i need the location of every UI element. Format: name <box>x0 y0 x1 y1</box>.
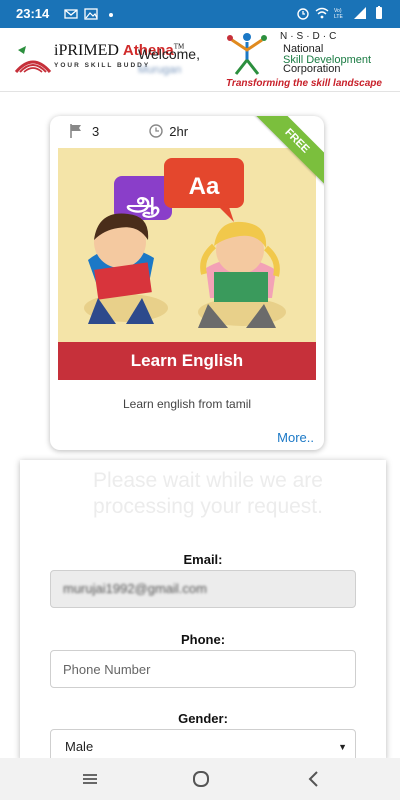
clock-icon <box>149 124 163 138</box>
phone-label: Phone: <box>180 632 226 647</box>
kids-reading-illustration: ஆ Aa <box>84 158 286 328</box>
course-title: Learn English <box>58 342 316 380</box>
course-duration: 2hr <box>169 123 189 139</box>
flag-icon <box>70 124 81 138</box>
girl-figure <box>198 221 286 328</box>
status-bar: 23:14 Vo) LTE <box>0 0 400 28</box>
nsdc-name-line3: Corporation <box>283 63 341 75</box>
gender-value: Male <box>65 739 94 754</box>
email-label: Email: <box>183 552 223 567</box>
svg-text:LTE: LTE <box>334 14 343 20</box>
more-link[interactable]: More.. <box>277 430 314 445</box>
gallery-icon <box>84 8 98 20</box>
processing-message: Please wait while we are processing your… <box>93 469 323 518</box>
mail-icon <box>64 9 78 19</box>
status-time: 23:14 <box>16 6 50 21</box>
english-letters: Aa <box>189 173 220 200</box>
back-icon[interactable] <box>303 768 325 790</box>
brand-name: iPRIMED <box>54 42 123 59</box>
recent-apps-icon[interactable] <box>79 768 101 790</box>
battery-icon <box>376 6 382 19</box>
app-header: iPRIMED AthenaTM YOUR SKILL BUDDY Welcom… <box>0 28 400 92</box>
boy-figure <box>84 213 168 324</box>
volte-icon: Vo)LTE <box>334 8 343 20</box>
wifi-icon <box>315 7 329 19</box>
email-value: murujai1992@gmail.com <box>63 581 207 596</box>
course-banner[interactable]: ஆ Aa Learn English <box>58 148 316 380</box>
username-text: Murugan <box>138 64 182 76</box>
dot-icon <box>109 13 113 17</box>
lesson-count: 3 <box>92 123 100 139</box>
gender-label: Gender: <box>178 711 228 726</box>
nsdc-logo-icon <box>227 33 267 75</box>
tamil-letter: ஆ <box>127 187 160 218</box>
signal-icon <box>354 7 366 19</box>
alarm-icon <box>297 8 309 20</box>
course-meta: 3 2hr <box>68 120 188 142</box>
email-field[interactable]: murujai1992@gmail.com <box>50 570 356 608</box>
english-bubble: Aa <box>164 158 244 222</box>
system-nav-bar <box>0 758 400 800</box>
phone-input[interactable] <box>50 650 356 688</box>
nsdc-abbreviation: N·S·D·C <box>280 31 340 42</box>
iprimed-logo-icon <box>14 46 52 74</box>
nsdc-tagline: Transforming the skill landscape <box>226 78 382 89</box>
course-description: Learn english from tamil <box>122 397 252 411</box>
welcome-text: Welcome, <box>138 46 200 62</box>
enrollment-form: Please wait while we are processing your… <box>20 460 386 765</box>
course-card[interactable]: 3 2hr ஆ Aa Learn English FREE Learn engl… <box>50 116 324 450</box>
home-icon[interactable] <box>190 768 212 790</box>
